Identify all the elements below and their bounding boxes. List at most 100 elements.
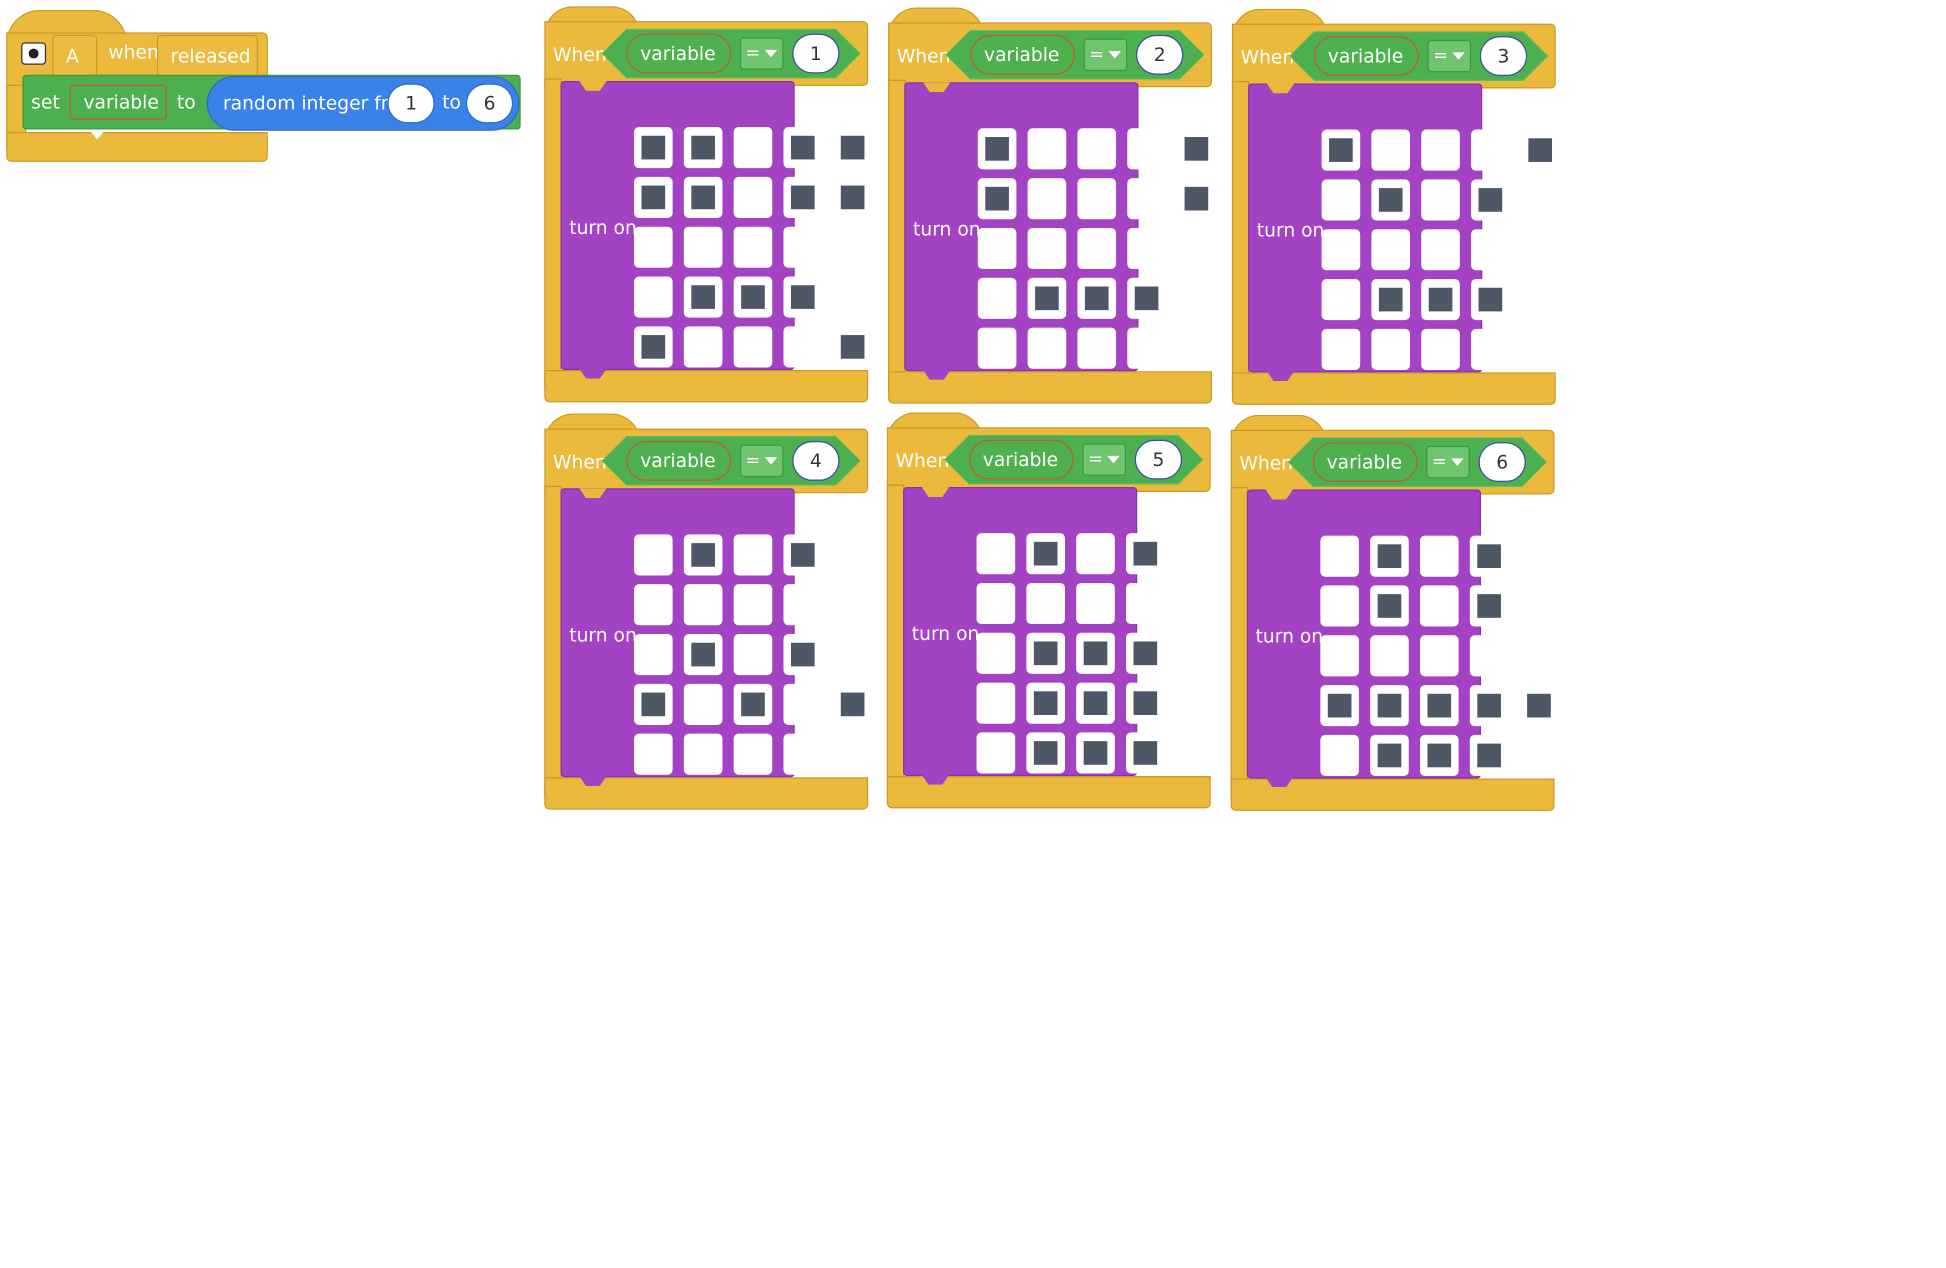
led-cell[interactable] (733, 733, 773, 775)
led-cell[interactable] (1077, 227, 1117, 270)
led-cell[interactable] (1520, 328, 1560, 370)
led-cell[interactable] (1370, 734, 1409, 777)
led-cell[interactable] (1519, 535, 1559, 577)
led-cell[interactable] (1077, 277, 1117, 319)
led-cell[interactable] (783, 634, 823, 676)
led-cell[interactable] (683, 733, 723, 775)
led-cell[interactable] (1026, 682, 1065, 724)
led-cell[interactable] (1321, 129, 1361, 171)
led-cell[interactable] (1519, 585, 1559, 627)
turn-on-block[interactable]: turn on (560, 488, 872, 786)
led-cell[interactable] (1321, 279, 1361, 321)
led-cell[interactable] (1520, 279, 1560, 321)
led-cell[interactable] (1126, 682, 1165, 724)
operator-select[interactable]: = (1426, 446, 1470, 478)
led-cell[interactable] (976, 632, 1016, 674)
led-cell[interactable] (634, 683, 673, 725)
led-cell[interactable] (1471, 179, 1510, 221)
led-cell[interactable] (1421, 179, 1460, 221)
led-cell[interactable] (634, 276, 673, 318)
led-cell[interactable] (1026, 632, 1065, 674)
led-cell[interactable] (1370, 685, 1409, 727)
led-cell[interactable] (1421, 129, 1460, 171)
led-cell[interactable] (1320, 685, 1359, 727)
led-cell[interactable] (1471, 229, 1510, 271)
led-cell[interactable] (1177, 327, 1216, 369)
led-cell[interactable] (1177, 277, 1216, 319)
led-cell[interactable] (833, 634, 872, 676)
led-cell[interactable] (1371, 179, 1411, 221)
led-cell[interactable] (1519, 734, 1559, 777)
condition-hex[interactable]: variable = 4 (602, 436, 861, 486)
led-cell[interactable] (833, 276, 872, 318)
led-cell[interactable] (634, 226, 673, 268)
led-cell[interactable] (733, 634, 773, 676)
led-cell[interactable] (733, 176, 773, 218)
led-cell[interactable] (1177, 178, 1216, 220)
condition-hex[interactable]: variable = 2 (945, 30, 1204, 80)
turn-on-block[interactable]: turn on (1246, 489, 1559, 788)
led-cell[interactable] (1175, 582, 1215, 625)
variable-select[interactable]: variable (1314, 36, 1419, 76)
led-cell[interactable] (634, 584, 673, 626)
led-cell[interactable] (1127, 277, 1166, 319)
led-cell[interactable] (1027, 178, 1067, 220)
led-cell[interactable] (1469, 535, 1509, 577)
led-cell[interactable] (783, 176, 823, 218)
led-cell[interactable] (1471, 129, 1510, 171)
led-cell[interactable] (1175, 682, 1215, 724)
led-cell[interactable] (783, 534, 823, 576)
turn-on-block[interactable]: turn on (560, 80, 872, 379)
led-cell[interactable] (976, 582, 1016, 625)
led-cell[interactable] (977, 128, 1017, 170)
led-cell[interactable] (733, 584, 773, 626)
led-cell[interactable] (1177, 227, 1216, 270)
led-cell[interactable] (976, 732, 1016, 774)
led-cell[interactable] (1027, 327, 1067, 369)
led-cell[interactable] (1076, 582, 1115, 625)
condition-hex[interactable]: variable = 6 (1288, 437, 1547, 487)
led-cell[interactable] (733, 326, 773, 368)
led-cell[interactable] (1027, 128, 1067, 170)
led-grid[interactable] (977, 128, 1217, 369)
led-cell[interactable] (634, 634, 673, 676)
led-cell[interactable] (1026, 732, 1065, 774)
event-select[interactable]: released (156, 34, 258, 101)
value-input[interactable]: 6 (1479, 442, 1526, 482)
condition-hex[interactable]: variable = 1 (602, 29, 861, 79)
led-cell[interactable] (1370, 635, 1409, 677)
variable-select[interactable]: variable (1313, 442, 1418, 482)
led-cell[interactable] (833, 326, 872, 368)
led-cell[interactable] (1520, 129, 1560, 171)
operator-select[interactable]: = (1427, 40, 1471, 72)
led-cell[interactable] (1471, 328, 1510, 370)
led-cell[interactable] (1371, 279, 1411, 321)
led-cell[interactable] (1126, 582, 1165, 625)
led-cell[interactable] (1076, 533, 1115, 575)
led-cell[interactable] (1421, 279, 1460, 321)
led-cell[interactable] (1520, 179, 1560, 221)
variable-select[interactable]: variable (970, 35, 1075, 75)
led-cell[interactable] (1077, 327, 1117, 369)
led-cell[interactable] (977, 277, 1017, 319)
led-cell[interactable] (783, 733, 823, 775)
set-variable-block[interactable]: set variable to random integer from 1 to… (22, 74, 521, 139)
value-input[interactable]: 1 (792, 34, 839, 74)
led-cell[interactable] (1421, 328, 1460, 370)
variable-select[interactable]: variable (69, 84, 167, 139)
led-cell[interactable] (1127, 178, 1166, 220)
value-input[interactable]: 5 (1135, 440, 1182, 480)
value-input[interactable]: 4 (792, 441, 839, 481)
led-cell[interactable] (733, 226, 773, 268)
operator-select[interactable]: = (740, 445, 784, 477)
led-cell[interactable] (733, 534, 773, 576)
led-cell[interactable] (977, 327, 1017, 369)
led-cell[interactable] (1321, 328, 1361, 370)
random-from-input[interactable]: 1 (387, 83, 435, 124)
led-cell[interactable] (1419, 585, 1459, 627)
led-cell[interactable] (783, 226, 823, 268)
random-integer-block[interactable]: random integer from 1 to 6 (206, 75, 520, 131)
turn-on-block[interactable]: turn on (903, 487, 1215, 785)
led-cell[interactable] (1175, 732, 1215, 774)
led-cell[interactable] (833, 584, 872, 626)
